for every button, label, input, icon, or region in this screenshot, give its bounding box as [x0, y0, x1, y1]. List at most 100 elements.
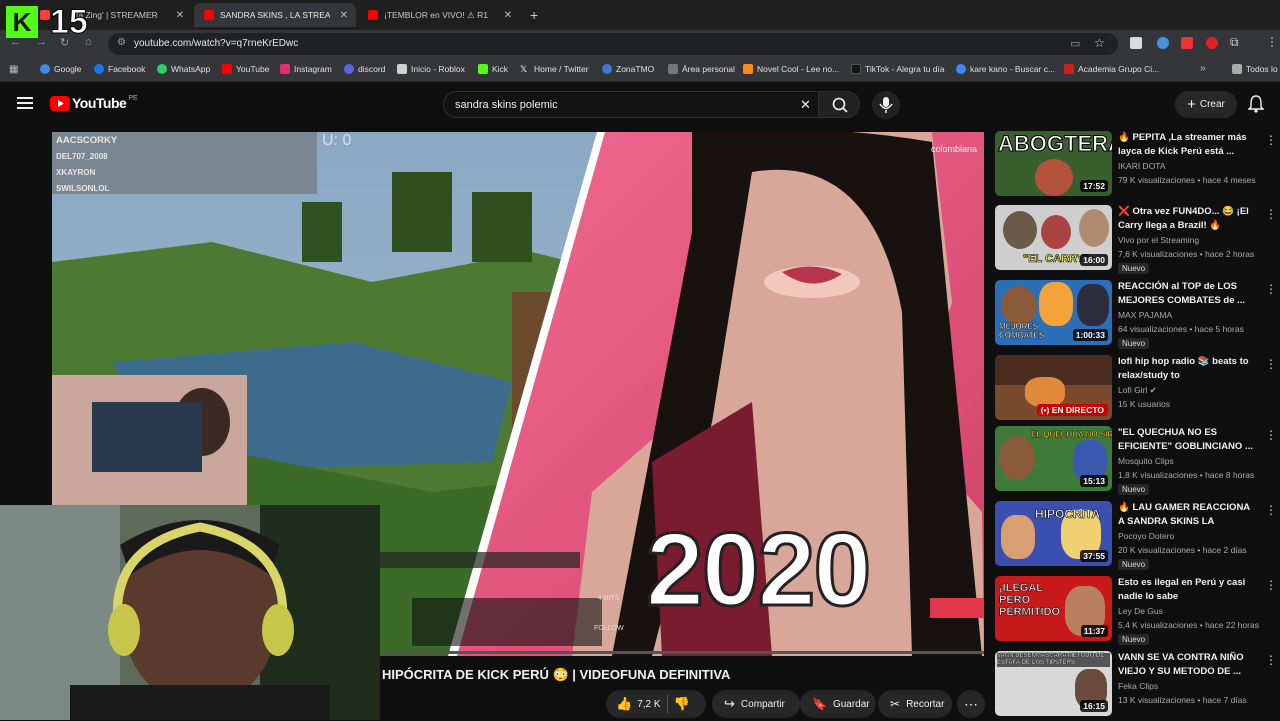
bookmark-instagram[interactable]: Instagram [280, 64, 332, 74]
dislike-button[interactable]: 👎 [674, 696, 690, 712]
bookmark-area-personal[interactable]: Área personal [668, 64, 735, 74]
microphone-icon [879, 97, 893, 113]
channel-name[interactable]: Pocoyo Dotero [1118, 531, 1174, 541]
clip-button[interactable]: ✂ Recortar [878, 690, 952, 718]
thumbnail-text: "EL CARRY" [1023, 253, 1090, 266]
divider [666, 695, 668, 713]
recommendation-item[interactable]: ABOGTERA 17:52 🔥 PEPITA ,La streamer más… [995, 131, 1280, 201]
close-tab-icon[interactable]: ✕ [504, 10, 512, 21]
channel-name[interactable]: IKARI DOTA [1118, 161, 1166, 171]
search-query-text: sandra skins polemic [455, 99, 558, 111]
channel-name[interactable]: Ley De Gus [1118, 606, 1163, 616]
plus-icon: + [1187, 95, 1196, 113]
bookmark-kick[interactable]: Kick [478, 64, 508, 74]
extension-audio-icon[interactable] [1157, 37, 1169, 49]
browser-tab-2[interactable]: SANDRA SKINS , LA STREAM ✕ [194, 3, 356, 27]
bookmark-youtube[interactable]: YouTube [222, 64, 269, 74]
more-vertical-icon[interactable]: ⋮ [1265, 133, 1277, 147]
notifications-bell-icon[interactable] [1248, 95, 1264, 113]
channel-name[interactable]: Lofi Girl ✔ [1118, 385, 1157, 396]
more-vertical-icon[interactable]: ⋮ [1265, 207, 1277, 221]
more-vertical-icon[interactable]: ⋮ [1265, 503, 1277, 517]
address-bar[interactable]: ⚙ youtube.com/watch?v=q7rneKrEDwc ▭ ☆ [108, 33, 1118, 55]
recommendation-item[interactable]: "EL CARRY" 16:00 ❌ Otra vez FUN4DO... 😂 … [995, 205, 1280, 275]
bookmark-academia[interactable]: Academia Grupo Ci... [1064, 64, 1159, 74]
recommendation-title[interactable]: ❌ Otra vez FUN4DO... 😂 ¡El Carry llega a… [1118, 205, 1258, 233]
bookmark-tiktok[interactable]: TikTok - Alegra tu día [851, 64, 945, 74]
recommendation-title[interactable]: 🔥 LAU GAMER REACCIONA A SANDRA SKINS LA … [1118, 501, 1258, 529]
video-thumbnail[interactable]: HIPOCRITA 37:55 [995, 501, 1112, 566]
recommendation-title[interactable]: 🔥 PEPITA ,La streamer más layca de Kick … [1118, 131, 1258, 159]
menu-icon[interactable]: ⋮ [1266, 35, 1278, 49]
extension-record-icon[interactable] [1206, 37, 1218, 49]
more-vertical-icon[interactable]: ⋮ [1265, 357, 1277, 371]
like-button[interactable]: 👍 7,2 K [616, 696, 661, 712]
bookmark-twitter[interactable]: 𝕏 Home / Twitter [520, 64, 589, 74]
recommendation-item[interactable]: HIPOCRITA 37:55 🔥 LAU GAMER REACCIONA A … [995, 501, 1280, 571]
youtube-logo[interactable]: YouTube PE [50, 95, 138, 111]
more-vertical-icon[interactable]: ⋮ [1265, 428, 1277, 442]
more-vertical-icon[interactable]: ⋮ [1265, 282, 1277, 296]
recommendation-item[interactable]: ¡ILEGAL PERO PERMITIDO 11:37 Esto es ile… [995, 576, 1280, 646]
bookmark-facebook[interactable]: Facebook [94, 64, 145, 74]
bookmark-novelcool[interactable]: Novel Cool - Lee no... [743, 64, 839, 74]
bookmark-discord[interactable]: discord [344, 64, 385, 74]
video-thumbnail[interactable]: "EL CARRY" 16:00 [995, 205, 1112, 270]
apps-grid-icon[interactable]: ▦ [9, 64, 18, 75]
save-button[interactable]: 🔖 Guardar [800, 690, 876, 718]
recommendation-title[interactable]: Esto es ilegal en Perú y casi nadie lo s… [1118, 576, 1258, 604]
recommendation-item[interactable]: MEJORES COMBATES 1:00:33 REACCIÓN al TOP… [995, 280, 1280, 350]
close-tab-icon[interactable]: ✕ [340, 10, 348, 21]
recommendation-title[interactable]: REACCIÓN al TOP de LOS MEJORES COMBATES … [1118, 280, 1258, 308]
player-name: XKAYRON [56, 168, 96, 177]
channel-name[interactable]: MAX PAJAMA [1118, 310, 1172, 320]
extension-shield-icon[interactable] [1181, 37, 1193, 49]
channel-name[interactable]: Feka Clips [1118, 681, 1158, 691]
bookmark-whatsapp[interactable]: WhatsApp [157, 64, 210, 74]
more-actions-button[interactable]: ⋯ [957, 690, 985, 718]
new-tab-icon[interactable]: + [530, 7, 538, 23]
recommendation-item[interactable]: EL QUECHUA NO SIRVE 15:13 "EL QUECHUA NO… [995, 426, 1280, 496]
youtube-wordmark: YouTube [72, 95, 127, 111]
folder-icon [1232, 64, 1242, 74]
recommendation-item[interactable]: (•) EN DIRECTO lofi hip hop radio 📚 beat… [995, 355, 1280, 425]
all-bookmarks-folder[interactable]: Todos lo [1232, 64, 1278, 74]
close-tab-icon[interactable]: ✕ [176, 10, 184, 21]
install-app-icon[interactable]: ▭ [1070, 37, 1080, 50]
bookmark-label: Inicio - Roblox [411, 64, 465, 74]
hamburger-menu-icon[interactable] [17, 96, 33, 110]
extensions-puzzle-icon[interactable]: ⧉ [1230, 35, 1239, 50]
clear-search-icon[interactable]: ✕ [800, 97, 811, 113]
novelcool-icon [743, 64, 753, 74]
bookmark-google[interactable]: Google [40, 64, 81, 74]
recommendation-title[interactable]: VANN SE VA CONTRA NIÑO VIEJO Y SU METODO… [1118, 651, 1258, 679]
channel-name[interactable]: Mosquito Clips [1118, 456, 1174, 466]
site-info-icon[interactable]: ⚙ [117, 37, 126, 48]
bookmark-star-icon[interactable]: ☆ [1094, 36, 1105, 50]
more-bookmarks-chevron-icon[interactable]: » [1200, 63, 1206, 74]
more-vertical-icon[interactable]: ⋮ [1265, 653, 1277, 667]
voice-search-button[interactable] [872, 91, 900, 119]
video-thumbnail[interactable]: EL QUECHUA NO SIRVE 15:13 [995, 426, 1112, 491]
extension-mega-icon[interactable] [1130, 37, 1142, 49]
recommendation-item[interactable]: VANN DESENMASCARA METODO DE ESTAFA DE LO… [995, 651, 1280, 721]
recommendation-title[interactable]: lofi hip hop radio 📚 beats to relax/stud… [1118, 355, 1258, 383]
search-input[interactable]: sandra skins polemic ✕ [443, 91, 819, 118]
bookmark-google-search[interactable]: kare kano - Buscar c... [956, 64, 1055, 74]
channel-name[interactable]: Vivo por el Streaming [1118, 235, 1199, 245]
streamer-webcam-overlay [0, 505, 380, 720]
video-thumbnail[interactable]: VANN DESENMASCARA METODO DE ESTAFA DE LO… [995, 651, 1112, 716]
browser-tab-3[interactable]: ¡TEMBLOR en VIVO! ⚠ R1 ✕ [358, 3, 520, 27]
share-label: Compartir [740, 698, 785, 710]
share-button[interactable]: ↪ Compartir [712, 690, 800, 718]
create-button[interactable]: + Crear [1175, 91, 1237, 118]
video-thumbnail[interactable]: ABOGTERA 17:52 [995, 131, 1112, 196]
bookmark-roblox[interactable]: Inicio - Roblox [397, 64, 465, 74]
video-thumbnail[interactable]: (•) EN DIRECTO [995, 355, 1112, 420]
bookmark-zonatmo[interactable]: ZonaTMO [602, 64, 654, 74]
video-thumbnail[interactable]: MEJORES COMBATES 1:00:33 [995, 280, 1112, 345]
more-vertical-icon[interactable]: ⋮ [1265, 578, 1277, 592]
search-button[interactable] [818, 91, 860, 118]
video-thumbnail[interactable]: ¡ILEGAL PERO PERMITIDO 11:37 [995, 576, 1112, 641]
recommendation-title[interactable]: "EL QUECHUA NO ES EFICIENTE" GOBLINCIANO… [1118, 426, 1258, 454]
